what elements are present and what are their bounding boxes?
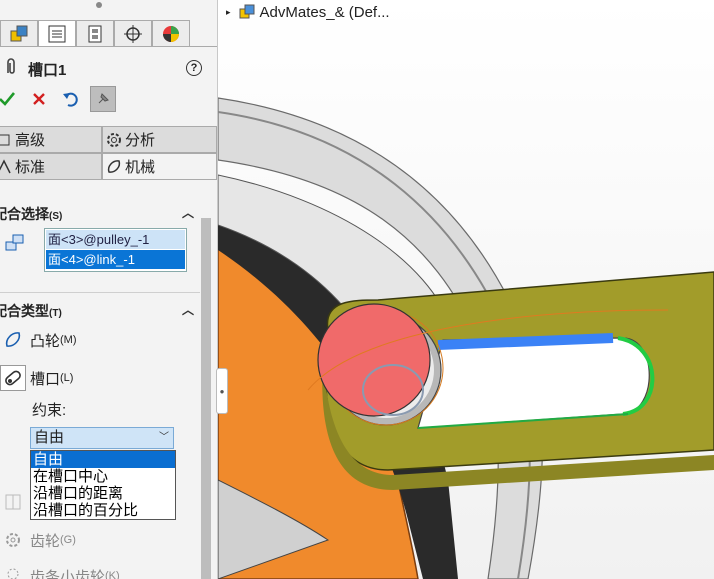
advanced-icon [0,132,15,148]
mate-selection-header[interactable]: 配合选择(S) ︿ [0,204,200,224]
check-icon [0,92,16,106]
help-icon[interactable]: ? [186,60,202,76]
page-title: 槽口1 [28,62,67,79]
tab-advanced[interactable]: 高级 [0,126,102,153]
option-free[interactable]: 自由 [31,451,175,468]
paperclip-icon [7,58,15,74]
tab-standard-label: 标准 [15,159,46,176]
rack-label: 齿条小齿轮 [30,568,106,579]
tree-root-item[interactable]: ▸ AdvMates_& (Def... [226,2,390,22]
propertymanager-icon [48,25,66,42]
mate-entities-icon [5,234,24,251]
tree-root-label: AdvMates_& (Def... [259,3,390,21]
featuremanager-icon [10,25,28,41]
standard-icon [0,158,15,175]
cam-key: (M) [60,334,77,346]
cam-label: 凸轮 [30,332,61,350]
constraint-value: 自由 [34,429,65,446]
divider [0,292,200,293]
hinge-icon [5,494,21,510]
rack-key: (K) [105,570,120,579]
expand-arrow-icon[interactable]: ▸ [226,7,231,18]
list-item[interactable]: 面<4>@link_-1 [46,250,185,269]
tab-featuremanager[interactable] [0,20,38,46]
list-item[interactable]: 面<3>@pulley_-1 [46,230,185,249]
property-manager-panel: 槽口1 ? 高级 分析 标准 机械 合选择(S) ︿ 面<3>@pulley_-… [0,0,218,579]
mate-selection-title: 配合选择 [0,206,49,222]
mate-type-cam[interactable]: 凸轮 (M) [0,327,200,353]
tab-standard[interactable]: 标准 [0,153,102,180]
option-distance-along-slot[interactable]: 沿槽口的距离 [31,485,175,502]
face-ref: <4>@link_-1 [61,252,135,267]
cam-icon [103,158,125,176]
constraint-label: 约束: [32,402,67,419]
tab-advanced-label: 高级 [15,132,46,149]
mate-type-slot[interactable]: 槽口 (L) [0,365,200,391]
chevron-up-icon[interactable]: ︿ [182,301,194,318]
tab-analysis-label: 分析 [125,132,156,149]
mate-mode-tabs: 高级 分析 标准 机械 [0,126,217,182]
panel-scrollbar[interactable] [201,218,211,579]
tab-display-manager[interactable] [152,20,190,46]
mate-type-header[interactable]: 配合类型(T) ︿ [0,301,200,321]
chevron-down-icon: ﹀ [159,432,169,443]
display-manager-icon [163,25,179,42]
gear-key: (G) [60,534,76,546]
slot-icon [0,365,26,391]
tab-mechanical-label: 机械 [125,159,156,176]
mate-selection-list[interactable]: 面<3>@pulley_-1 面<4>@link_-1 [44,228,187,272]
undo-button[interactable] [58,86,84,112]
configurationmanager-icon [88,25,102,42]
action-buttons [0,86,217,114]
graphics-viewport[interactable] [218,0,714,579]
face-ref: <3>@pulley_-1 [61,232,150,247]
rack-pinion-icon [0,563,26,579]
slot-label: 槽口 [30,370,61,388]
tab-analysis[interactable]: 分析 [102,126,217,153]
face-prefix: 面 [48,252,62,267]
tabs-divider [0,46,217,47]
constraint-options: 自由 在槽口中心 沿槽口的距离 沿槽口的百分比 [30,450,176,520]
face-prefix: 面 [48,232,62,247]
ok-button[interactable] [0,86,20,112]
tab-propertymanager[interactable] [38,20,76,46]
chevron-up-icon[interactable]: ︿ [182,204,194,221]
tab-configurationmanager[interactable] [76,20,114,46]
pushpin-icon [98,93,109,104]
tab-mechanical[interactable]: 机械 [102,153,217,180]
mate-selection-shortcut: (S) [49,211,63,222]
option-slot-center[interactable]: 在槽口中心 [31,468,175,485]
dimxpert-icon [124,24,142,43]
mate-type-gear[interactable]: 齿轮 (G) [0,527,200,553]
panel-grip-icon[interactable] [96,2,102,8]
assembly-icon [239,4,255,19]
model-graphics [218,0,714,579]
mate-type-rack-pinion[interactable]: 齿条小齿轮 (K) [0,563,200,579]
undo-icon [63,92,78,107]
mate-type-shortcut: (T) [49,308,62,319]
gear-label: 齿轮 [30,532,61,550]
cam-icon [0,327,26,353]
slot-key: (L) [60,372,74,384]
mate-type-title: 配合类型 [0,303,49,319]
panel-collapse-handle[interactable]: ● [216,368,228,414]
option-percent-along-slot[interactable]: 沿槽口的百分比 [31,502,175,519]
gear-icon [0,527,26,553]
gear-icon [103,131,125,149]
pin-button[interactable] [90,86,116,112]
manager-tabs [0,20,190,46]
tab-dimxpert[interactable] [114,20,152,46]
close-icon [33,93,45,105]
constraint-select[interactable]: 自由 ﹀ [30,427,174,449]
feature-header: 槽口1 ? [0,52,217,82]
cancel-button[interactable] [26,86,52,112]
